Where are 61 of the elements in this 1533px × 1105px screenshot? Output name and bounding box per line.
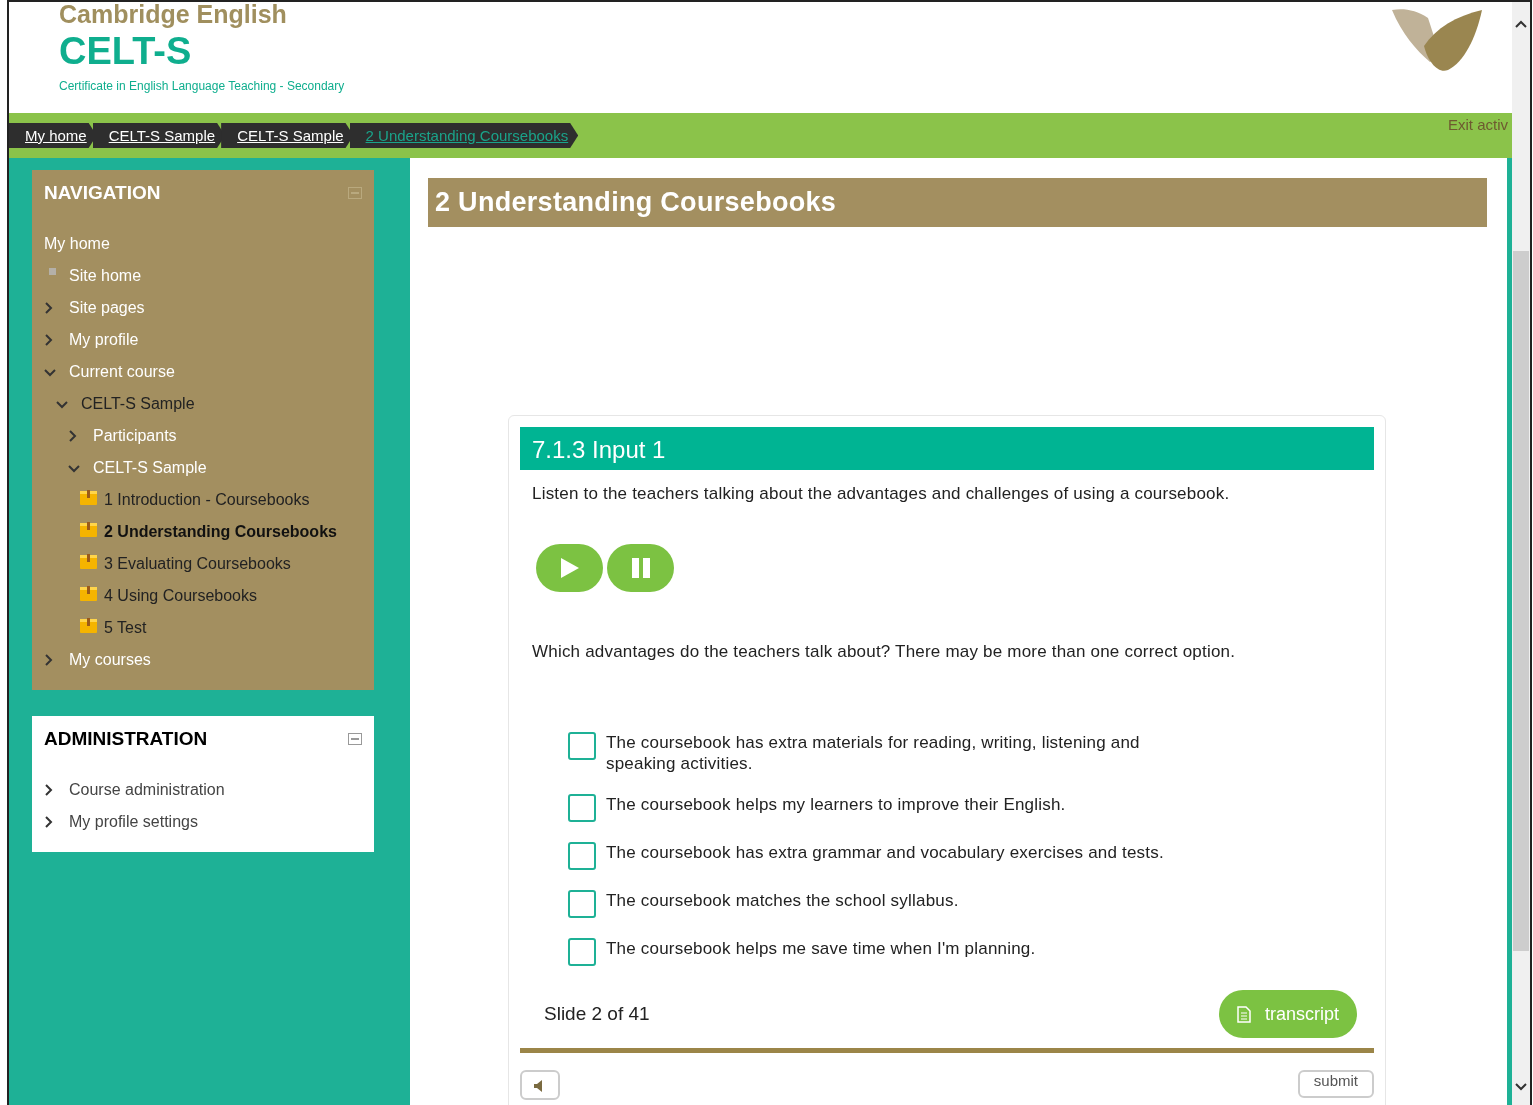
nav-link[interactable]: My courses xyxy=(69,651,151,669)
option-label[interactable]: The coursebook has extra materials for reading, writing, listening and speaking activities. xyxy=(606,732,1208,774)
book-icon xyxy=(80,585,97,601)
collapse-icon[interactable] xyxy=(348,733,362,745)
checkbox[interactable] xyxy=(568,938,596,966)
instruction-text: Listen to the teachers talking about the advantages and challenges of using a coursebook. xyxy=(532,484,1231,504)
nav-link[interactable]: CELT-S Sample xyxy=(93,459,207,477)
nav-link[interactable]: My profile settings xyxy=(69,813,198,831)
block-title: NAVIGATION xyxy=(44,182,161,204)
question-text: Which advantages do the teachers talk about? There may be more than one correct option. xyxy=(532,642,1237,662)
checkbox[interactable] xyxy=(568,890,596,918)
option-label[interactable]: The coursebook helps my learners to improve their English. xyxy=(606,794,1066,815)
nav-link[interactable]: Course administration xyxy=(69,781,225,799)
nav-link[interactable]: Participants xyxy=(93,427,177,445)
exit-link[interactable]: Exit activ xyxy=(1448,116,1508,133)
activity-heading: 7.1.3 Input 1 xyxy=(520,427,1374,470)
nav-link[interactable]: 2 Understanding Coursebooks xyxy=(104,523,337,541)
submit-button[interactable]: submit xyxy=(1297,1070,1374,1098)
book-icon xyxy=(80,617,97,633)
play-icon xyxy=(560,558,579,578)
option-label[interactable]: The coursebook helps me save time when I'm planning. xyxy=(606,938,1036,959)
book-icon xyxy=(80,489,97,505)
chevron-down-icon[interactable] xyxy=(44,367,56,377)
pause-button[interactable] xyxy=(607,544,674,592)
play-button[interactable] xyxy=(536,544,603,592)
chevron-right-icon[interactable] xyxy=(44,816,53,828)
book-icon xyxy=(80,521,97,537)
checkbox[interactable] xyxy=(568,842,596,870)
chevron-right-icon[interactable] xyxy=(44,784,53,796)
scroll-up-icon[interactable] xyxy=(1515,20,1527,28)
nav-link[interactable]: Site pages xyxy=(69,299,145,317)
chevron-down-icon[interactable] xyxy=(68,463,80,473)
bullet-icon xyxy=(49,267,56,275)
nav-link[interactable]: My profile xyxy=(69,331,139,349)
leaf-logo-icon xyxy=(1390,6,1484,74)
checkbox[interactable] xyxy=(568,732,596,760)
product-name: CELT-S xyxy=(59,30,193,73)
nav-link[interactable]: 5 Test xyxy=(104,619,147,637)
scroll-down-icon[interactable] xyxy=(1515,1083,1527,1091)
document-icon xyxy=(1236,1005,1251,1023)
scrollbar[interactable] xyxy=(1512,2,1530,1105)
nav-link[interactable]: 1 Introduction - Coursebooks xyxy=(104,491,310,509)
nav-link[interactable]: CELT-S Sample xyxy=(81,395,195,413)
option-label[interactable]: The coursebook matches the school syllabus. xyxy=(606,890,959,911)
product-subtitle: Certificate in English Language Teaching - Secondary xyxy=(59,79,345,93)
page-title: 2 Understanding Coursebooks xyxy=(428,178,1487,227)
pause-icon xyxy=(630,558,651,578)
brand-name: Cambridge English xyxy=(59,2,288,28)
chevron-down-icon[interactable] xyxy=(56,399,68,409)
slide-counter: Slide 2 of 41 xyxy=(544,1003,650,1025)
nav-link[interactable]: Current course xyxy=(69,363,175,381)
checkbox[interactable] xyxy=(568,794,596,822)
sound-button[interactable] xyxy=(520,1070,560,1100)
nav-link[interactable]: 3 Evaluating Coursebooks xyxy=(104,555,291,573)
book-icon xyxy=(80,553,97,569)
option-label[interactable]: The coursebook has extra grammar and vocabulary exercises and tests. xyxy=(606,842,1164,863)
nav-link[interactable]: Site home xyxy=(69,267,142,285)
block-title: ADMINISTRATION xyxy=(44,728,208,750)
breadcrumb-link[interactable]: 2 Understanding Coursebooks xyxy=(349,123,579,148)
nav-link[interactable]: My home xyxy=(44,235,110,253)
nav-link[interactable]: 4 Using Coursebooks xyxy=(104,587,257,605)
